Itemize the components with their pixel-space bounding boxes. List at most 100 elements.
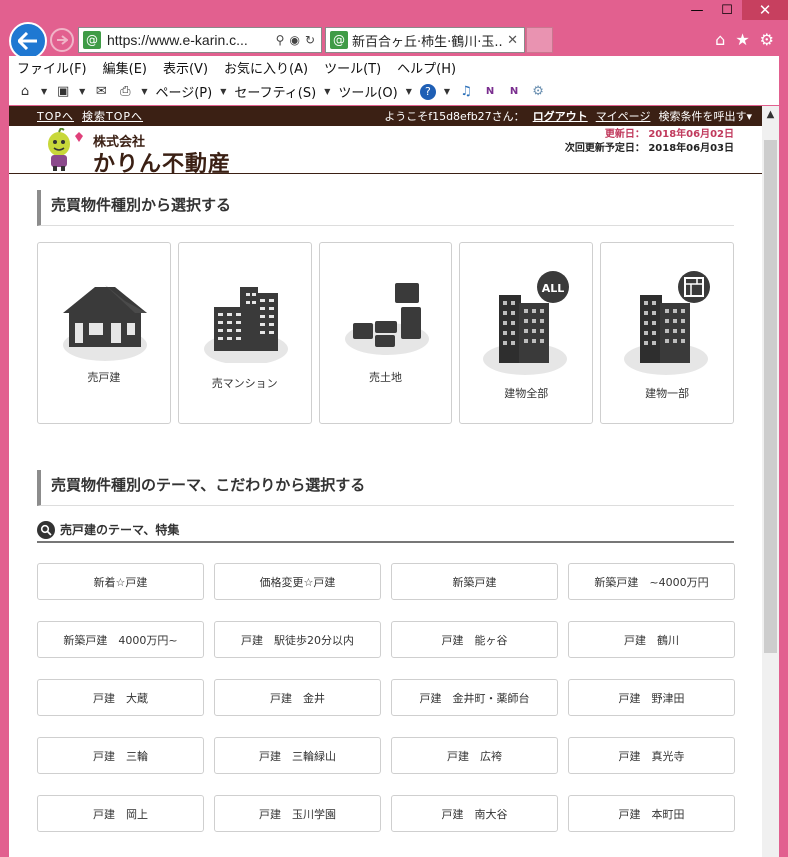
type-label: 売戸建 [87,371,121,384]
theme-button[interactable]: 戸建 南大谷 [391,795,558,832]
type-label: 売土地 [368,371,402,384]
theme-button[interactable]: 戸建 真光寺 [568,737,735,774]
property-type-heading: 売買物件種別から選択する [37,190,734,226]
page-viewport: TOPへ 検索TOPへ ようこそf15d8efb27さん： ログアウト マイペー… [9,106,779,857]
theme-heading: 売買物件種別のテーマ、こだわりから選択する [37,470,734,506]
browser-window: — ☐ ✕ @ https://www.e-karin.c... ⚲ ◉ ↻ @… [0,0,788,857]
theme-button[interactable]: 戸建 鶴川 [568,621,735,658]
browser-tab[interactable]: @ 新百合ヶ丘·柿生·鶴川·玉... ✕ [325,27,525,53]
mypage-link[interactable]: マイページ [596,108,651,124]
type-label: 建物一部 [645,387,690,400]
type-label: 売マンション [211,377,278,390]
home-icon[interactable]: ⌂ [715,30,725,49]
type-card-mansion[interactable]: 売マンション [177,242,312,424]
building-all-icon: ALL [483,271,570,375]
theme-button[interactable]: 戸建 駅徒歩20分以内 [214,621,381,658]
close-window-icon[interactable]: ✕ [742,0,788,20]
settings-gear-icon[interactable]: ⚙ [760,30,774,49]
menu-favorites[interactable]: お気に入り(A) [224,58,308,77]
theme-button[interactable]: 戸建 玉川学園 [214,795,381,832]
theme-button[interactable]: 価格変更☆戸建 [214,563,381,600]
type-card-building-part[interactable]: 建物一部 [600,242,734,424]
type-label: 建物全部 [504,387,549,400]
theme-button[interactable]: 戸建 広袴 [391,737,558,774]
addon-gear-icon[interactable]: ⚙ [530,84,546,100]
help-icon[interactable]: ? [419,83,436,100]
updated-date: 更新日： 2018年06月02日 [604,129,734,140]
maximize-icon[interactable]: ☐ [712,0,742,20]
theme-button[interactable]: 新築戸建 4000万円~ [37,621,204,658]
vertical-scrollbar[interactable]: ▲ [762,106,779,857]
scrollbar-thumb[interactable] [764,140,777,653]
minimize-icon[interactable]: — [682,0,712,20]
next-update-date: 次回更新予定日： 2018年06月03日 [564,143,734,154]
refresh-icon[interactable]: ↻ [305,33,315,47]
theme-button[interactable]: 戸建 三輪緑山 [214,737,381,774]
logout-link[interactable]: ログアウト [533,108,588,124]
site-top-bar: TOPへ 検索TOPへ ようこそf15d8efb27さん： ログアウト マイペー… [9,106,762,126]
back-arrow-icon [18,32,37,50]
theme-button-grid: 新着☆戸建 価格変更☆戸建 新築戸建 新築戸建 ~4000万円 新築戸建 400… [37,563,735,832]
url-text[interactable]: https://www.e-karin.c... [107,32,248,48]
site-favicon: @ [83,31,101,49]
forward-button[interactable] [50,28,74,52]
window-controls: — ☐ ✕ [682,0,788,22]
apartment-icon [203,287,288,363]
tools-menu[interactable]: ツール(O) [338,82,397,101]
theme-button[interactable]: 戸建 金井 [214,679,381,716]
theme-button[interactable]: 新築戸建 ~4000万円 [568,563,735,600]
mail-icon[interactable]: ✉ [93,84,109,100]
building-part-icon [624,271,711,375]
house-theme-subheading: 売戸建のテーマ、特集 [37,518,734,543]
theme-button[interactable]: 新着☆戸建 [37,563,204,600]
close-tab-icon[interactable]: ✕ [507,33,518,48]
house-icon [63,285,147,361]
web-page: TOPへ 検索TOPへ ようこそf15d8efb27さん： ログアウト マイペー… [9,106,762,832]
magnifier-icon [37,520,55,539]
menu-file[interactable]: ファイル(F) [17,58,87,77]
type-card-land[interactable]: 売土地 [318,242,453,424]
theme-button[interactable]: 戸建 三輪 [37,737,204,774]
mascot-logo-icon[interactable] [39,128,85,172]
all-badge-text: ALL [542,282,565,295]
page-menu[interactable]: ページ(P) [155,82,212,101]
type-card-house[interactable]: 売戸建 [37,242,171,424]
theme-button[interactable]: 戸建 野津田 [568,679,735,716]
recall-search-link[interactable]: 検索条件を呼出す▾ [658,108,752,124]
site-header: 株式会社 かりん不動産 更新日： 2018年06月02日 次回更新予定日： 20… [9,126,762,177]
address-bar[interactable]: @ https://www.e-karin.c... ⚲ ◉ ↻ [78,27,322,53]
home-icon[interactable]: ⌂ [17,84,33,100]
top-link[interactable]: TOPへ [37,108,74,124]
navigation-row: @ https://www.e-karin.c... ⚲ ◉ ↻ @ 新百合ヶ丘… [0,22,788,60]
translate-icon[interactable]: ♫ [458,84,474,100]
rss-feed-icon[interactable]: ▣ [55,84,71,100]
menu-bar: ファイル(F) 編集(E) 表示(V) お気に入り(A) ツール(T) ヘルプ(… [9,56,779,78]
scroll-up-icon[interactable]: ▲ [762,106,779,123]
menu-tools[interactable]: ツール(T) [324,58,381,77]
back-button[interactable] [9,22,47,60]
theme-button[interactable]: 戸建 大蔵 [37,679,204,716]
favorites-star-icon[interactable]: ★ [735,30,749,49]
new-tab-button[interactable] [526,27,553,53]
safety-menu[interactable]: セーフティ(S) [234,82,316,101]
welcome-text: ようこそf15d8efb27さん： [384,110,525,123]
search-top-link[interactable]: 検索TOPへ [82,108,143,124]
company-name[interactable]: かりん不動産 [93,146,231,178]
tab-favicon: @ [330,31,348,49]
menu-help[interactable]: ヘルプ(H) [397,58,456,77]
lock-icon[interactable]: ◉ [289,33,299,47]
search-icon[interactable]: ⚲ [276,33,285,47]
theme-button[interactable]: 戸建 金井町・薬師台 [391,679,558,716]
onenote-icon[interactable]: N [482,84,498,100]
type-card-building-all[interactable]: ALL 建物全部 [459,242,594,424]
menu-view[interactable]: 表示(V) [163,58,208,77]
theme-button[interactable]: 戸建 本町田 [568,795,735,832]
theme-button[interactable]: 戸建 岡上 [37,795,204,832]
theme-button[interactable]: 新築戸建 [391,563,558,600]
command-bar: ⌂ ▼ ▣ ▼ ✉ ⎙ ▼ ページ(P) ▼ セーフティ(S) ▼ ツール(O) ▼ ? ▼ … [9,78,779,105]
forward-arrow-icon [57,35,68,45]
onenote-linked-icon[interactable]: N [506,84,522,100]
theme-button[interactable]: 戸建 能ヶ谷 [391,621,558,658]
print-icon[interactable]: ⎙ [117,84,133,100]
menu-edit[interactable]: 編集(E) [103,58,147,77]
